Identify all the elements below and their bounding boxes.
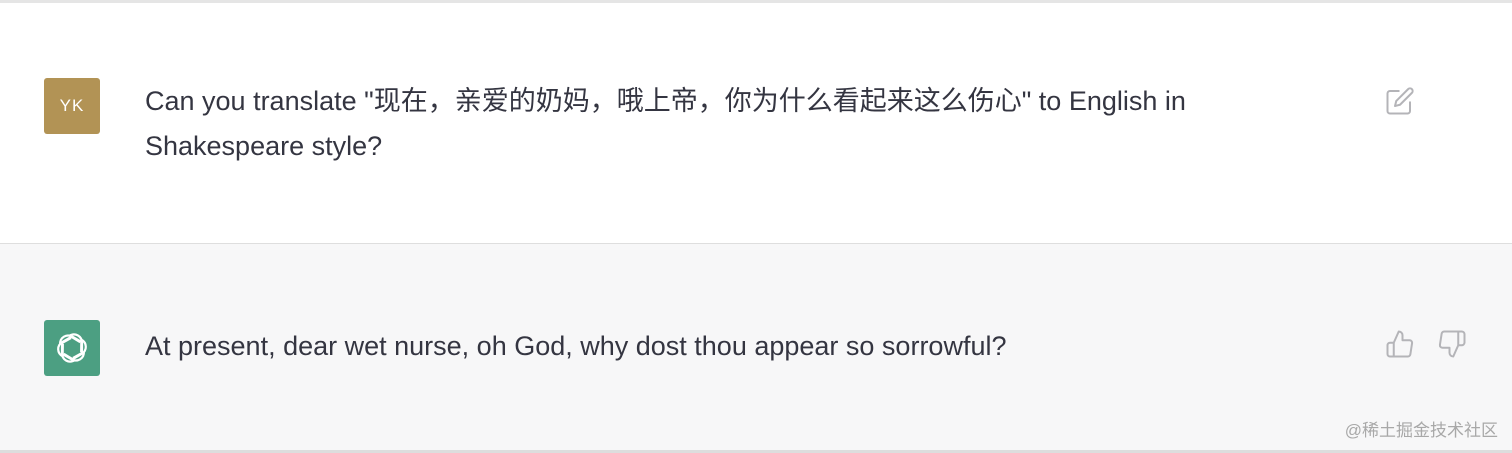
chat-page: YK Can you translate "现在，亲爱的奶妈，哦上帝，你为什么看… bbox=[0, 0, 1512, 453]
assistant-message-row: At present, dear wet nurse, oh God, why … bbox=[0, 243, 1512, 453]
user-avatar: YK bbox=[44, 78, 100, 134]
openai-logo-icon bbox=[57, 333, 87, 363]
thumbs-up-icon[interactable] bbox=[1384, 328, 1416, 360]
assistant-avatar bbox=[44, 320, 100, 376]
user-message-row: YK Can you translate "现在，亲爱的奶妈，哦上帝，你为什么看… bbox=[0, 3, 1512, 243]
assistant-message-text: At present, dear wet nurse, oh God, why … bbox=[145, 331, 1007, 361]
thumbs-down-icon[interactable] bbox=[1436, 328, 1468, 360]
user-message-text: Can you translate "现在，亲爱的奶妈，哦上帝，你为什么看起来这… bbox=[145, 86, 1186, 161]
watermark-text: @稀土掘金技术社区 bbox=[1344, 421, 1498, 440]
edit-icon[interactable] bbox=[1384, 85, 1416, 117]
